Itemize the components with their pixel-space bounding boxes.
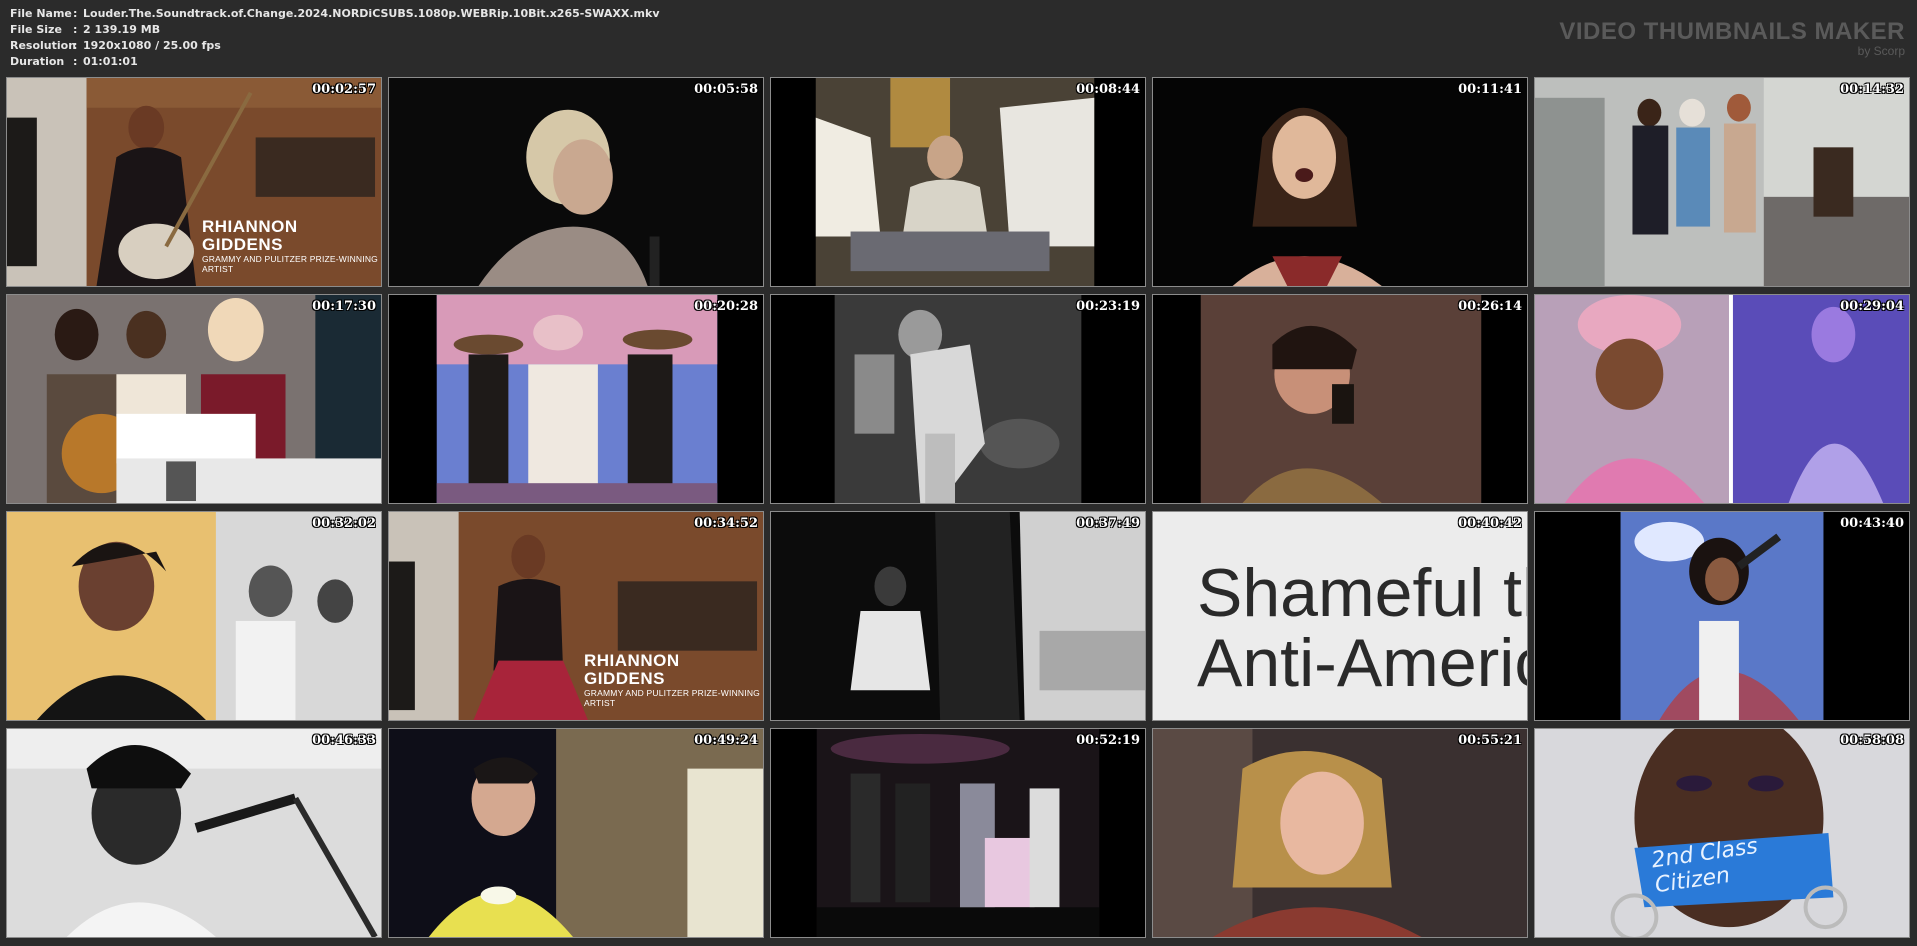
caption-name: RHIANNON GIDDENS [584, 651, 680, 688]
thumbnail-4[interactable]: 00:11:41 [1152, 77, 1528, 287]
file-name-value: Louder.The.Soundtrack.of.Change.2024.NOR… [83, 7, 660, 20]
timestamp: 00:34:52 [694, 516, 758, 531]
file-name-row: File Name : Louder.The.Soundtrack.of.Cha… [10, 6, 910, 22]
file-size-value: 2 139.19 MB [83, 23, 161, 36]
file-size-label: File Size [10, 23, 62, 36]
thumbnail-5[interactable]: 00:14:32 [1534, 77, 1910, 287]
thumbnail-8-image [771, 295, 1145, 503]
resolution-value: 1920x1080 / 25.00 fps [83, 39, 221, 52]
thumbnail-15[interactable]: 00:43:40 [1534, 511, 1910, 721]
thumbnail-2-image [389, 78, 763, 286]
thumbnail-19[interactable]: 00:55:21 [1152, 728, 1528, 938]
duration-row: Duration : 01:01:01 [10, 54, 910, 70]
thumbnail-13[interactable]: 00:37:49 [770, 511, 1146, 721]
timestamp: 00:23:19 [1076, 299, 1140, 314]
timestamp: 00:46:33 [312, 733, 376, 748]
lower-third-caption: RHIANNON GIDDENS GRAMMY AND PULITZER PRI… [584, 651, 763, 709]
timestamp: 00:20:28 [694, 299, 758, 314]
thumbnail-11-image [7, 512, 381, 720]
thumbnail-14[interactable]: Shameful th Anti-Americ 00:40:42 [1152, 511, 1528, 721]
thumbnail-9[interactable]: 00:26:14 [1152, 294, 1528, 504]
timestamp: 00:52:19 [1076, 733, 1140, 748]
timestamp: 00:26:14 [1458, 299, 1522, 314]
thumbnail-grid: RHIANNON GIDDENS GRAMMY AND PULITZER PRI… [6, 77, 1910, 938]
thumbnail-17-image [389, 729, 763, 937]
thumbnail-4-image [1153, 78, 1527, 286]
file-name-label: File Name [10, 7, 72, 20]
duration-value: 01:01:01 [83, 55, 138, 68]
timestamp: 00:29:04 [1840, 299, 1904, 314]
file-size-row: File Size : 2 139.19 MB [10, 22, 910, 38]
thumbnail-10[interactable]: 00:29:04 [1534, 294, 1910, 504]
separator: : [73, 23, 78, 36]
thumbnail-16-image [7, 729, 381, 937]
file-info: File Name : Louder.The.Soundtrack.of.Cha… [10, 6, 910, 70]
thumbnail-8[interactable]: 00:23:19 [770, 294, 1146, 504]
timestamp: 00:02:57 [312, 82, 376, 97]
thumbnail-7[interactable]: 00:20:28 [388, 294, 764, 504]
thumbnail-19-image [1153, 729, 1527, 937]
timestamp: 00:37:49 [1076, 516, 1140, 531]
timestamp: 00:55:21 [1458, 733, 1522, 748]
timestamp: 00:05:58 [694, 82, 758, 97]
caption-subtitle: GRAMMY AND PULITZER PRIZE-WINNING ARTIST [202, 254, 378, 274]
timestamp: 00:14:32 [1840, 82, 1904, 97]
timestamp: 00:40:42 [1458, 516, 1522, 531]
brand-logo: VIDEO THUMBNAILS MAKER by Scorp [1559, 19, 1905, 58]
caption-name: RHIANNON GIDDENS [202, 217, 298, 254]
thumbnail-2[interactable]: 00:05:58 [388, 77, 764, 287]
thumbnail-13-image [771, 512, 1145, 720]
thumbnail-18[interactable]: 00:52:19 [770, 728, 1146, 938]
brand-subtitle: by Scorp [1857, 44, 1905, 58]
thumbnail-17[interactable]: 00:49:24 [388, 728, 764, 938]
thumbnail-16[interactable]: 00:46:33 [6, 728, 382, 938]
timestamp: 00:08:44 [1076, 82, 1140, 97]
thumbnail-11[interactable]: 00:32:02 [6, 511, 382, 721]
thumbnail-6[interactable]: 00:17:30 [6, 294, 382, 504]
thumbnail-7-image [389, 295, 763, 503]
separator: : [73, 7, 78, 20]
thumbnail-3-image [771, 78, 1145, 286]
timestamp: 00:11:41 [1458, 82, 1522, 97]
thumbnail-6-image [7, 295, 381, 503]
headline-line-1: Shameful th [1197, 555, 1528, 631]
caption-subtitle: GRAMMY AND PULITZER PRIZE-WINNING ARTIST [584, 688, 760, 708]
thumbnail-20[interactable]: 2nd Class Citizen 00:58:08 [1534, 728, 1910, 938]
thumbnail-3[interactable]: 00:08:44 [770, 77, 1146, 287]
thumbnail-12[interactable]: RHIANNON GIDDENS GRAMMY AND PULITZER PRI… [388, 511, 764, 721]
separator: : [73, 55, 78, 68]
resolution-row: Resolution : 1920x1080 / 25.00 fps [10, 38, 910, 54]
header: File Name : Louder.The.Soundtrack.of.Cha… [0, 0, 1917, 76]
duration-label: Duration [10, 55, 65, 68]
lower-third-caption: RHIANNON GIDDENS GRAMMY AND PULITZER PRI… [202, 217, 381, 275]
thumbnail-10-image [1535, 295, 1909, 503]
thumbnail-5-image [1535, 78, 1909, 286]
thumbnail-9-image [1153, 295, 1527, 503]
thumbnail-1[interactable]: RHIANNON GIDDENS GRAMMY AND PULITZER PRI… [6, 77, 382, 287]
headline-line-2: Anti-Americ [1197, 625, 1528, 701]
resolution-label: Resolution [10, 39, 77, 52]
timestamp: 00:49:24 [694, 733, 758, 748]
timestamp: 00:32:02 [312, 516, 376, 531]
separator: : [73, 39, 78, 52]
thumbnail-18-image [771, 729, 1145, 937]
thumbnail-20-image [1535, 729, 1909, 937]
thumbnail-15-image [1535, 512, 1909, 720]
timestamp: 00:43:40 [1840, 516, 1904, 531]
brand-title: VIDEO THUMBNAILS MAKER [1559, 18, 1905, 45]
timestamp: 00:17:30 [312, 299, 376, 314]
timestamp: 00:58:08 [1840, 733, 1904, 748]
